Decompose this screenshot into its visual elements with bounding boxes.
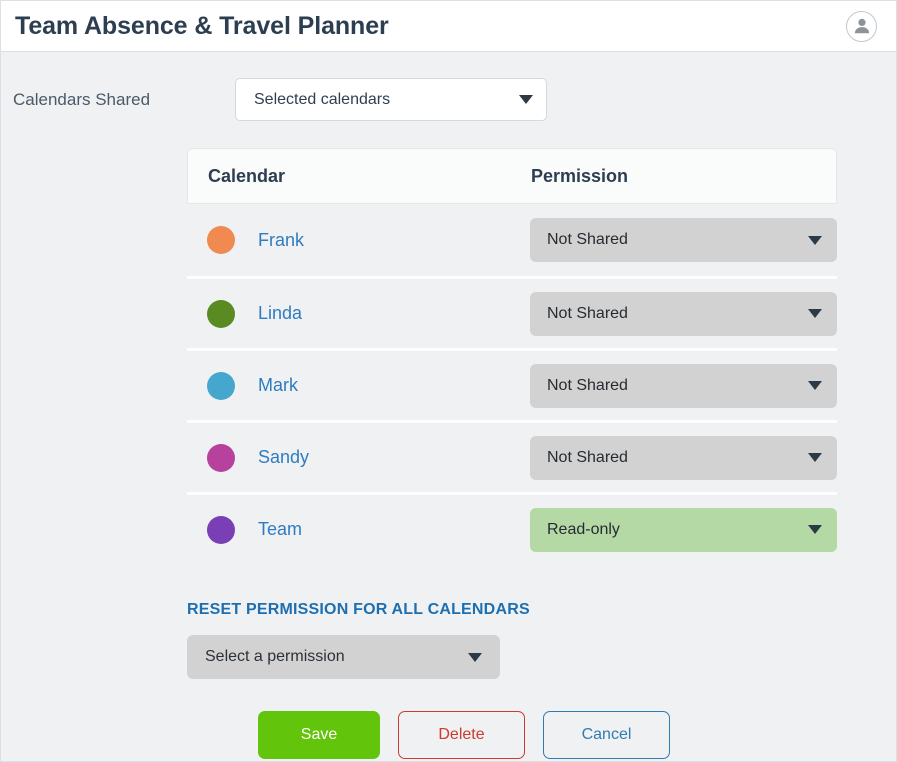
- table-row: Mark Not Shared: [187, 348, 837, 420]
- calendar-cell: Sandy: [187, 443, 530, 472]
- calendar-color-dot: [207, 371, 235, 400]
- permission-select[interactable]: Not Shared: [530, 218, 837, 262]
- chevron-down-icon: [519, 95, 533, 104]
- column-header-calendar: Calendar: [208, 165, 286, 186]
- reset-permission-value: Select a permission: [205, 648, 345, 665]
- calendar-permissions-table: Calendar Permission Frank Not Shared Linda…: [187, 148, 837, 564]
- table-row: Frank Not Shared: [187, 204, 837, 276]
- permission-select[interactable]: Not Shared: [530, 291, 837, 336]
- calendar-color-dot: [207, 226, 235, 254]
- chevron-down-icon: [808, 309, 822, 318]
- permission-select[interactable]: Read-only: [530, 507, 837, 552]
- calendar-cell: Mark: [187, 371, 530, 400]
- permission-select[interactable]: Not Shared: [530, 363, 837, 408]
- page-body: Calendars Shared Selected calendars Cale…: [1, 52, 896, 759]
- table-body: Frank Not Shared Linda Not Shared Mark Not Sh…: [187, 204, 837, 564]
- reset-permission-section: RESET PERMISSION FOR ALL CALENDARS Selec…: [187, 601, 896, 679]
- cancel-button[interactable]: Cancel: [543, 711, 670, 759]
- permission-value: Not Shared: [547, 448, 628, 466]
- permission-value: Not Shared: [547, 304, 628, 322]
- delete-button[interactable]: Delete: [398, 711, 525, 759]
- reset-permission-title: RESET PERMISSION FOR ALL CALENDARS: [187, 601, 530, 618]
- chevron-down-icon: [468, 652, 482, 662]
- table-header-row: Calendar Permission: [187, 148, 837, 204]
- permission-value: Not Shared: [547, 376, 628, 394]
- app-header: Team Absence & Travel Planner: [1, 1, 896, 52]
- calendar-name-link[interactable]: Frank: [258, 230, 304, 251]
- calendar-cell: Team: [187, 515, 530, 544]
- column-header-permission: Permission: [531, 165, 629, 186]
- table-row: Linda Not Shared: [187, 276, 837, 348]
- permission-cell: Not Shared: [530, 291, 837, 336]
- calendar-cell: Frank: [187, 226, 530, 254]
- calendar-name-link[interactable]: Mark: [258, 375, 298, 396]
- calendar-name-link[interactable]: Team: [258, 519, 302, 540]
- permission-cell: Not Shared: [530, 363, 837, 408]
- chevron-down-icon: [808, 453, 822, 462]
- save-button[interactable]: Save: [258, 711, 380, 759]
- chevron-down-icon: [808, 381, 822, 390]
- calendar-name-link[interactable]: Sandy: [258, 447, 309, 468]
- calendar-color-dot: [207, 299, 235, 328]
- calendars-shared-select[interactable]: Selected calendars: [235, 78, 547, 121]
- calendar-name-link[interactable]: Linda: [258, 303, 302, 324]
- calendars-shared-value: Selected calendars: [254, 90, 391, 108]
- permission-cell: Read-only: [530, 507, 837, 552]
- chevron-down-icon: [808, 525, 822, 534]
- calendars-shared-label: Calendars Shared: [13, 89, 151, 109]
- permission-cell: Not Shared: [530, 435, 837, 480]
- permission-cell: Not Shared: [530, 218, 837, 262]
- table-row: Sandy Not Shared: [187, 420, 837, 492]
- reset-permission-select[interactable]: Select a permission: [187, 635, 500, 679]
- permission-select[interactable]: Not Shared: [530, 435, 837, 480]
- form-actions: Save Delete Cancel: [1, 711, 896, 759]
- table-row: Team Read-only: [187, 492, 837, 564]
- permission-value: Read-only: [547, 520, 620, 538]
- calendar-cell: Linda: [187, 299, 530, 328]
- page-title: Team Absence & Travel Planner: [15, 11, 389, 40]
- permission-value: Not Shared: [547, 231, 628, 248]
- user-avatar-icon[interactable]: [846, 10, 877, 42]
- chevron-down-icon: [808, 235, 822, 245]
- calendar-color-dot: [207, 515, 235, 544]
- calendar-color-dot: [207, 443, 235, 472]
- calendars-shared-row: Calendars Shared Selected calendars: [1, 52, 896, 121]
